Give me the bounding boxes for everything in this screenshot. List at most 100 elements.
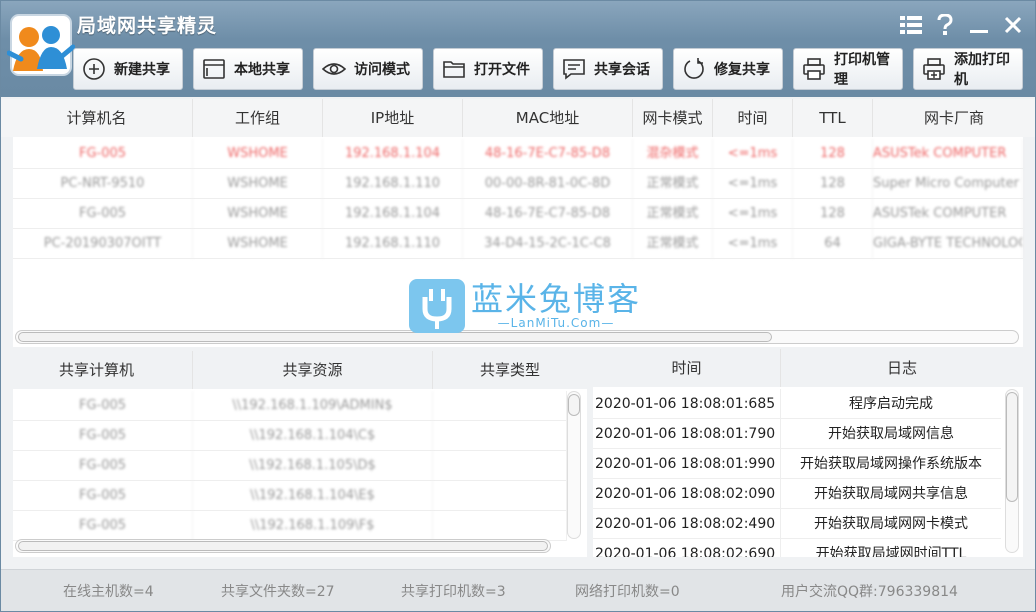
cell-share-resource: \\192.168.1.105\D$	[193, 451, 433, 481]
cell-ttl: 128	[793, 169, 873, 199]
table-row[interactable]: FG-005 \\192.168.1.104\C$	[13, 421, 567, 451]
cell-share-type	[433, 511, 567, 541]
col-share-computer[interactable]: 共享计算机	[1, 351, 193, 389]
col-mac[interactable]: MAC地址	[463, 99, 633, 137]
cell-share-type	[433, 421, 567, 451]
log-message: 开始获取局域网信息	[828, 426, 954, 442]
status-bar: 在线主机数=4 共享文件夹数=27 共享打印机数=3 网络打印机数=0 用户交流…	[1, 569, 1035, 611]
printer-icon	[803, 58, 825, 80]
cell-time: <=1ms	[713, 199, 793, 229]
help-icon[interactable]	[933, 13, 957, 37]
col-ttl[interactable]: TTL	[793, 99, 873, 137]
cell-mac: 34-D4-15-2C-1C-C8	[463, 229, 633, 259]
hosts-table-header: 计算机名 工作组 IP地址 MAC地址 网卡模式 时间 TTL 网卡厂商	[1, 99, 1035, 137]
app-logo-icon	[7, 14, 75, 76]
table-row[interactable]: FG-005 WSHOME 192.168.1.104 48-16-7E-C7-…	[13, 139, 1023, 169]
col-share-type[interactable]: 共享类型	[433, 351, 587, 389]
shares-table: 共享计算机 共享资源 共享类型 FG-005 \\192.168.1.109\A…	[1, 351, 587, 557]
watermark-title: 蓝米兔博客	[471, 280, 642, 318]
logs-vscrollbar[interactable]	[1005, 389, 1019, 553]
log-time: 2020-01-06 18:08:02:490	[593, 509, 781, 538]
shares-hscroll-thumb[interactable]	[18, 541, 548, 551]
table-row[interactable]: PC-20190307OITT WSHOME 192.168.1.110 34-…	[13, 229, 1023, 259]
new-share-button[interactable]: 新建共享	[73, 48, 183, 90]
minimize-icon[interactable]	[967, 13, 991, 37]
cell-vendor: ASUSTek COMPUTER	[873, 199, 1023, 229]
log-time: 2020-01-06 18:08:01:685	[593, 389, 781, 418]
log-message: 开始获取局域网网卡模式	[814, 516, 968, 532]
table-row[interactable]: PC-NRT-9510 WSHOME 192.168.1.110 00-00-8…	[13, 169, 1023, 199]
cell-ip: 192.168.1.104	[323, 139, 463, 169]
shares-hscrollbar[interactable]	[15, 539, 551, 553]
window-controls	[899, 13, 1025, 37]
table-row[interactable]: FG-005 \\192.168.1.109\ADMIN$	[13, 391, 567, 421]
list-item[interactable]: 2020-01-06 18:08:01:790 开始获取局域网信息	[593, 419, 1001, 449]
col-log-time[interactable]: 时间	[593, 349, 781, 387]
repair-share-label: 修复共享	[714, 62, 770, 78]
cell-vendor: Super Micro Computer	[873, 169, 1023, 199]
watermark: 蓝米兔博客 —LanMiTu.Com—	[409, 279, 641, 333]
cell-mac: 00-00-8R-81-0C-8D	[463, 169, 633, 199]
shares-rows: FG-005 \\192.168.1.109\ADMIN$ FG-005 \\1…	[13, 391, 567, 541]
repair-share-button[interactable]: 修复共享	[673, 48, 783, 90]
cell-mac: 48-16-7E-C7-85-D8	[463, 139, 633, 169]
cell-ip: 192.168.1.104	[323, 199, 463, 229]
table-row[interactable]: FG-005 WSHOME 192.168.1.104 48-16-7E-C7-…	[13, 199, 1023, 229]
logs-vscroll-thumb[interactable]	[1006, 392, 1018, 502]
access-mode-button[interactable]: 访问模式	[313, 48, 423, 90]
new-share-label: 新建共享	[114, 62, 170, 78]
cell-workgroup: WSHOME	[193, 139, 323, 169]
cell-mac: 48-16-7E-C7-85-D8	[463, 199, 633, 229]
plus-circle-icon	[83, 58, 105, 80]
col-vendor[interactable]: 网卡厂商	[873, 99, 1035, 137]
status-online-hosts: 在线主机数=4	[63, 584, 154, 600]
list-item[interactable]: 2020-01-06 18:08:02:090 开始获取局域网共享信息	[593, 479, 1001, 509]
local-share-button[interactable]: 本地共享	[193, 48, 303, 90]
add-printer-icon	[923, 58, 945, 80]
folder-icon	[443, 61, 465, 78]
cell-share-computer: FG-005	[13, 391, 193, 421]
col-computer-name[interactable]: 计算机名	[1, 99, 193, 137]
logs-table-header: 时间 日志	[593, 349, 1023, 387]
cell-time: <=1ms	[713, 169, 793, 199]
col-log-message[interactable]: 日志	[781, 349, 1023, 387]
open-file-button[interactable]: 打开文件	[433, 48, 543, 90]
log-time: 2020-01-06 18:08:02:690	[593, 539, 781, 557]
table-row[interactable]: FG-005 \\192.168.1.104\E$	[13, 481, 567, 511]
cell-share-computer: FG-005	[13, 511, 193, 541]
printer-manage-button[interactable]: 打印机管理	[793, 48, 903, 90]
add-printer-button[interactable]: 添加打印机	[913, 48, 1023, 90]
close-icon[interactable]	[1001, 13, 1025, 37]
cell-share-type	[433, 451, 567, 481]
list-item[interactable]: 2020-01-06 18:08:02:490 开始获取局域网网卡模式	[593, 509, 1001, 539]
share-session-button[interactable]: 共享会话	[553, 48, 663, 90]
shares-vscrollbar[interactable]	[567, 391, 581, 539]
col-nic-mode[interactable]: 网卡模式	[633, 99, 713, 137]
cell-share-type	[433, 391, 567, 421]
cell-nic-mode: 混杂模式	[633, 139, 713, 169]
cell-ttl: 128	[793, 199, 873, 229]
cell-nic-mode: 正常模式	[633, 169, 713, 199]
cell-nic-mode: 正常模式	[633, 199, 713, 229]
shares-table-header: 共享计算机 共享资源 共享类型	[1, 351, 587, 389]
col-share-resource[interactable]: 共享资源	[193, 351, 433, 389]
log-message: 开始获取局域网操作系统版本	[800, 456, 982, 472]
col-time[interactable]: 时间	[713, 99, 793, 137]
shares-vscroll-thumb[interactable]	[568, 394, 580, 416]
list-item[interactable]: 2020-01-06 18:08:01:685 程序启动完成	[593, 389, 1001, 419]
list-item[interactable]: 2020-01-06 18:08:01:990 开始获取局域网操作系统版本	[593, 449, 1001, 479]
watermark-logo-icon	[409, 279, 465, 333]
printer-manage-label: 打印机管理	[834, 52, 890, 88]
hosts-hscroll-thumb[interactable]	[18, 332, 772, 342]
menu-list-icon[interactable]	[899, 13, 923, 37]
status-share-folders: 共享文件夹数=27	[221, 584, 335, 600]
access-mode-label: 访问模式	[354, 62, 410, 78]
share-session-label: 共享会话	[594, 62, 650, 78]
col-workgroup[interactable]: 工作组	[193, 99, 323, 137]
col-ip[interactable]: IP地址	[323, 99, 463, 137]
cell-ip: 192.168.1.110	[323, 169, 463, 199]
list-item[interactable]: 2020-01-06 18:08:02:690 开始获取局域网时间TTL	[593, 539, 1001, 557]
table-row[interactable]: FG-005 \\192.168.1.105\D$	[13, 451, 567, 481]
table-row[interactable]: FG-005 \\192.168.1.109\F$	[13, 511, 567, 541]
cell-ip: 192.168.1.110	[323, 229, 463, 259]
